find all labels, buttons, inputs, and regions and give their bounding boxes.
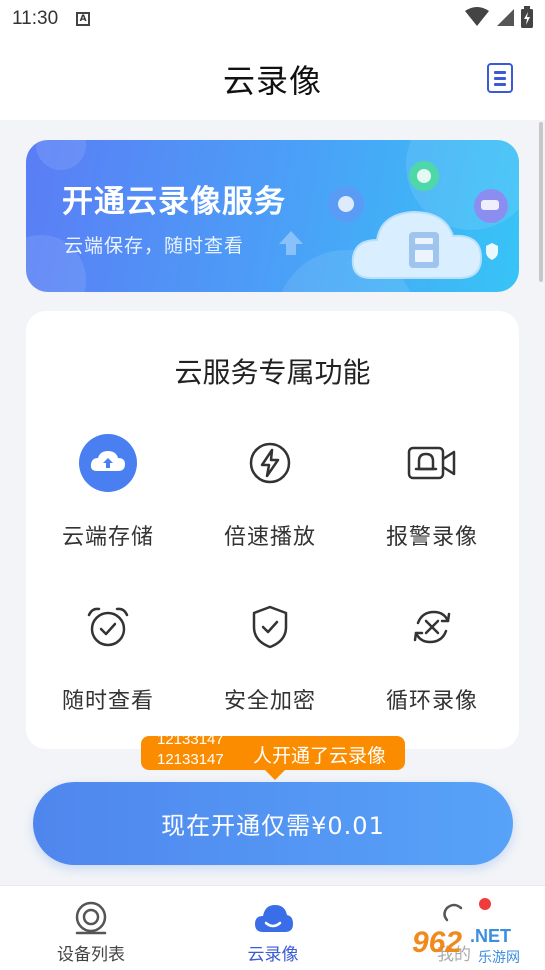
- banner-subtitle: 云端保存，随时查看: [64, 235, 245, 257]
- svg-text:962: 962: [412, 926, 462, 959]
- a-notification-icon: A: [76, 12, 91, 26]
- feature-view-anytime[interactable]: 随时查看: [26, 597, 190, 737]
- watermark-logo: 962 .NET 乐游网: [408, 920, 542, 968]
- svg-text:乐游网: 乐游网: [478, 950, 520, 966]
- tooltip-message: 人开通了云录像: [253, 745, 387, 767]
- cloud-upload-icon: [78, 433, 138, 493]
- lightning-icon: [240, 433, 300, 493]
- tab-label: 设备列表: [57, 945, 125, 965]
- cloud-storage-illustration-icon: [328, 161, 508, 279]
- tooltip-arrow: [265, 770, 285, 780]
- wifi-icon: [465, 7, 489, 26]
- tab-label: 云录像: [247, 945, 299, 965]
- device-list-icon: [75, 901, 107, 935]
- upload-arrow-icon: [279, 231, 303, 255]
- alarm-camera-icon: [402, 433, 462, 493]
- feature-label: 倍速播放: [223, 525, 316, 550]
- list-icon[interactable]: [487, 63, 513, 93]
- svg-text:.NET: .NET: [470, 926, 511, 946]
- cloud-icon: [255, 905, 293, 932]
- battery-icon: [521, 6, 533, 28]
- feature-cloud-storage[interactable]: 云端存储: [26, 433, 190, 573]
- signal-icon: [497, 9, 514, 26]
- feature-speed-playback[interactable]: 倍速播放: [188, 433, 352, 573]
- feature-secure-encryption[interactable]: 安全加密: [188, 597, 352, 737]
- promo-banner[interactable]: 开通云录像服务 云端保存，随时查看: [26, 140, 519, 292]
- subscriber-count-tooltip: 12133147 12133147 人开通了云录像: [141, 732, 405, 780]
- banner-title: 开通云录像服务: [62, 184, 286, 220]
- feature-label: 云端存储: [61, 525, 154, 550]
- alarm-clock-icon: [78, 597, 138, 657]
- notification-badge: [479, 898, 491, 910]
- feature-label: 安全加密: [223, 689, 316, 714]
- feature-label: 报警录像: [385, 525, 478, 550]
- status-indicators: [465, 6, 533, 28]
- scrollbar[interactable]: [539, 122, 543, 282]
- feature-loop-recording[interactable]: 循环录像: [350, 597, 514, 737]
- loop-icon: [402, 597, 462, 657]
- feature-alarm-recording[interactable]: 报警录像: [350, 433, 514, 573]
- tab-cloud-recording[interactable]: 云录像: [203, 886, 343, 970]
- subscribe-button[interactable]: 现在开通仅需¥0.01: [33, 782, 513, 865]
- status-bar: 11:30 A: [0, 0, 545, 38]
- page-header: 云录像: [0, 38, 545, 120]
- features-card-title: 云服务专属功能: [174, 356, 371, 389]
- status-time: 11:30: [12, 8, 59, 29]
- tab-device-list[interactable]: 设备列表: [21, 886, 161, 970]
- shield-check-icon: [240, 597, 300, 657]
- page-title: 云录像: [222, 62, 322, 100]
- subscriber-count-top: 12133147: [157, 732, 224, 748]
- feature-label: 循环录像: [385, 689, 478, 714]
- subscriber-count-bottom: 12133147: [157, 751, 224, 768]
- subscriber-count: 12133147 12133147: [157, 732, 249, 772]
- features-card: 云服务专属功能 云端存储 倍速播放 报警录像 随时查看 安全加密 循环录像: [26, 311, 519, 749]
- feature-label: 随时查看: [61, 689, 154, 714]
